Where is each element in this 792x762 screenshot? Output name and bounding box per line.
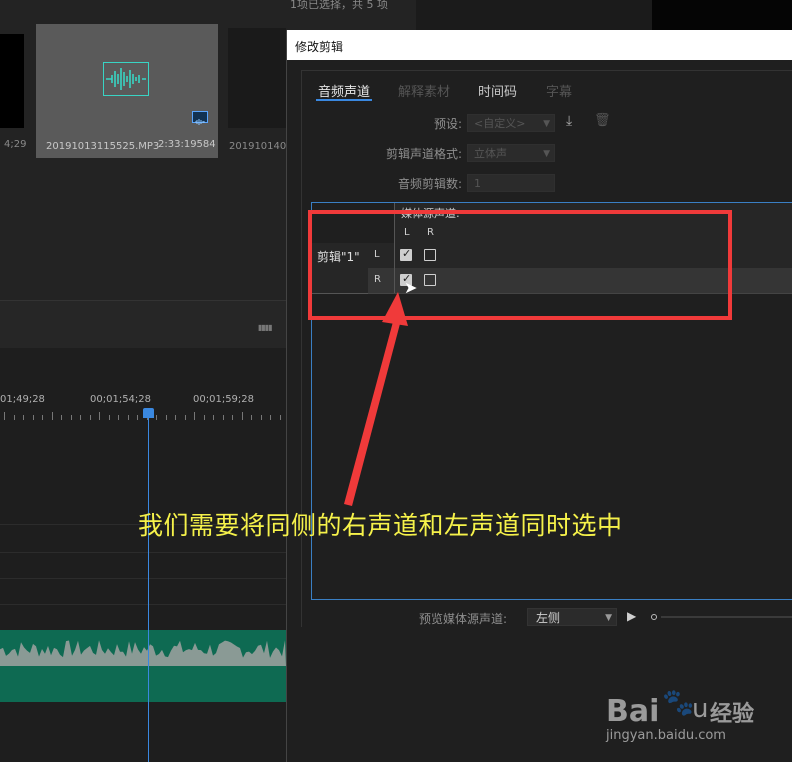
watermark-jingyan: 经验 <box>710 702 755 727</box>
paw-logo-icon: 🐾 <box>662 688 695 718</box>
baidu-watermark: Bai 🐾 u 经验 jingyan.baidu.com <box>596 676 756 746</box>
annotation-caption: 我们需要将同侧的右声道和左声道同时选中 <box>138 511 623 540</box>
watermark-url: jingyan.baidu.com <box>606 728 726 743</box>
annotation-arrow-icon <box>344 292 408 506</box>
watermark-brand: Bai <box>606 694 660 729</box>
watermark-brand-suffix: u <box>692 694 709 724</box>
